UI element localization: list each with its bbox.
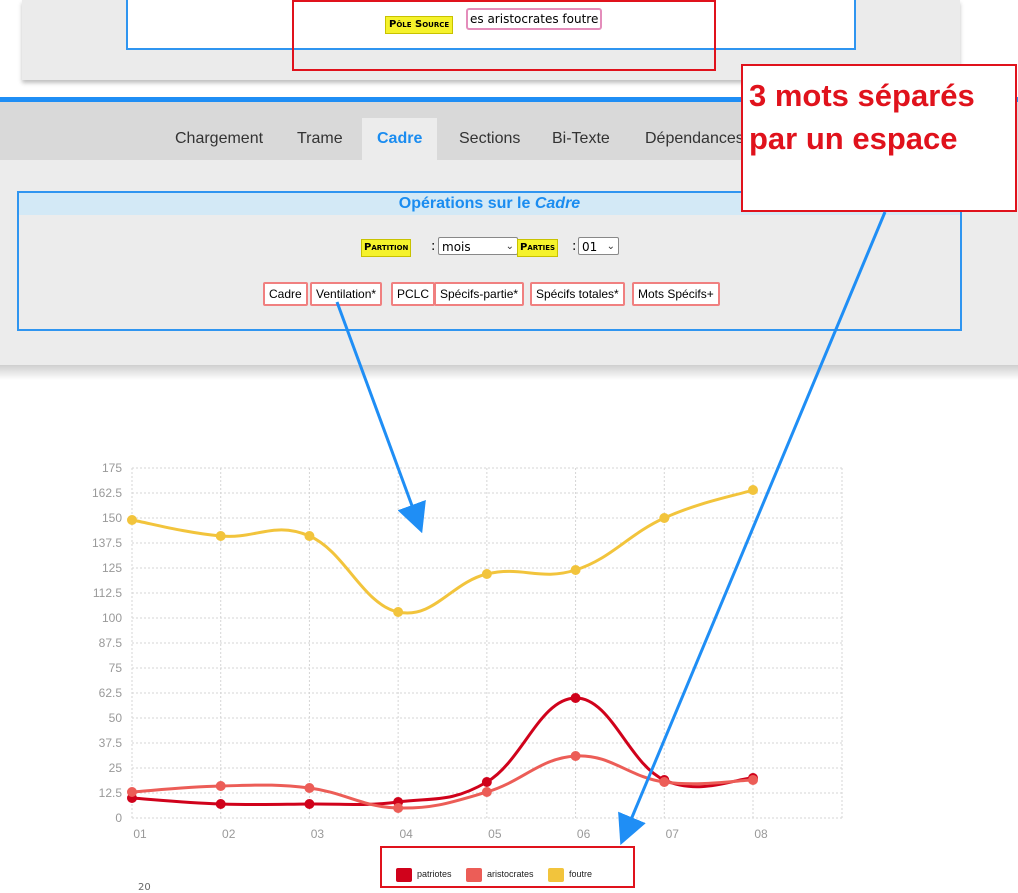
legend-label: patriotes: [417, 869, 452, 879]
arrow-callout-to-legend: [618, 211, 887, 846]
next-chart-tick: 20: [138, 882, 151, 893]
legend-swatch-patriotes: [396, 867, 412, 882]
legend-item-patriotes[interactable]: patriotes: [396, 864, 452, 884]
legend-item-aristocrates[interactable]: aristocrates: [466, 864, 534, 884]
legend-item-foutre[interactable]: foutre: [548, 864, 592, 884]
legend-swatch-aristocrates: [466, 867, 482, 882]
legend-swatch-foutre: [548, 867, 564, 882]
annotation-arrows: [335, 211, 887, 846]
chart-legend: patriotes aristocrates foutre: [380, 846, 635, 888]
legend-label: aristocrates: [487, 869, 534, 879]
legend-label: foutre: [569, 869, 593, 879]
arrow-ventilation-to-chart: [335, 301, 426, 534]
